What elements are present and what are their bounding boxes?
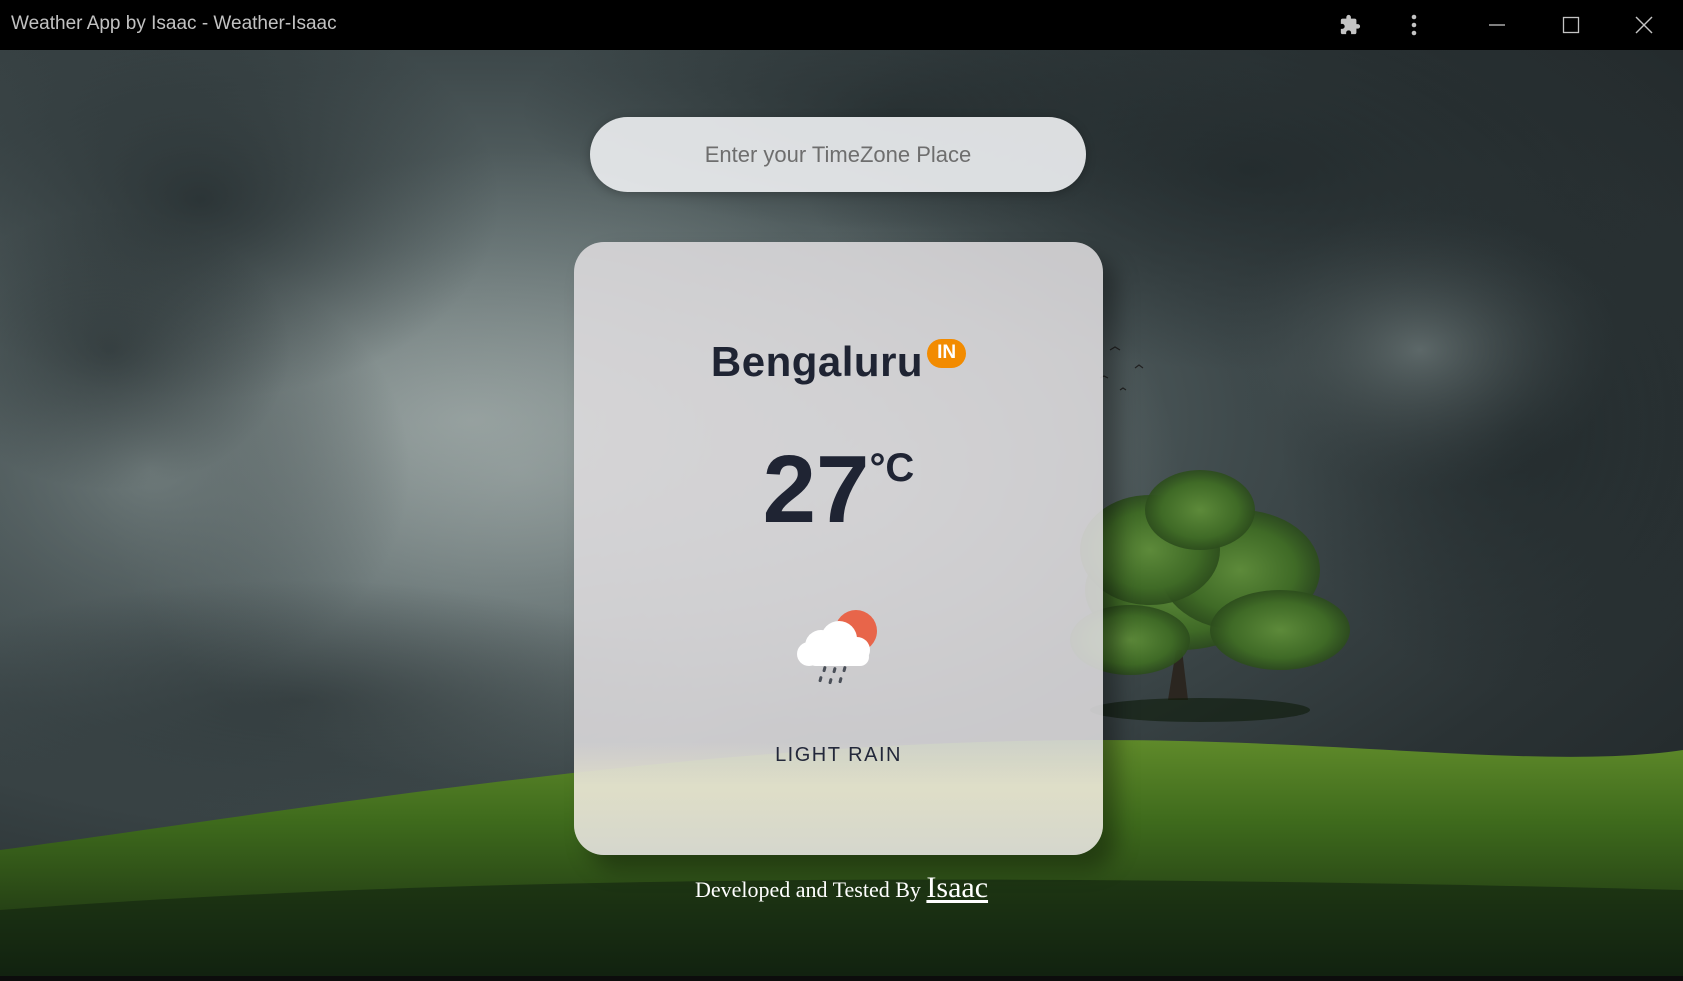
temperature-unit: °C	[869, 446, 915, 490]
title-bar: Weather App by Isaac - Weather-Isaac	[0, 0, 1683, 50]
country-badge: IN	[927, 339, 967, 369]
app-window: Weather App by Isaac - Weather-Isaac Ent…	[0, 0, 1683, 981]
search-box	[590, 117, 1086, 192]
footer-credit: Developed and Tested By Isaac	[0, 871, 1683, 905]
puzzle-icon	[1339, 14, 1361, 36]
minimize-icon	[1488, 16, 1506, 34]
more-options-button[interactable]	[1384, 0, 1444, 50]
temperature-row: 27°C	[574, 442, 1103, 538]
location-row: Bengaluru IN	[574, 338, 1103, 386]
weather-condition: LIGHT RAIN	[775, 744, 902, 766]
footer-prefix: Developed and Tested By	[694, 877, 921, 902]
maximize-button[interactable]	[1541, 0, 1601, 50]
extensions-button[interactable]	[1320, 0, 1380, 50]
temperature-value: 27	[762, 436, 870, 543]
city-name: Bengaluru	[710, 338, 924, 385]
timezone-search-input[interactable]	[590, 117, 1086, 192]
light-rain-icon	[793, 602, 885, 692]
close-button[interactable]	[1614, 0, 1674, 50]
minimize-button[interactable]	[1467, 0, 1527, 50]
more-vertical-icon	[1410, 14, 1418, 36]
weather-card: Bengaluru IN 27°C LIGHT RAIN	[574, 242, 1103, 855]
window-title: Weather App by Isaac - Weather-Isaac	[11, 13, 337, 34]
author-link[interactable]: Isaac	[926, 871, 988, 904]
close-icon	[1635, 16, 1653, 34]
window-bottom-edge	[0, 976, 1683, 981]
maximize-icon	[1562, 16, 1580, 34]
